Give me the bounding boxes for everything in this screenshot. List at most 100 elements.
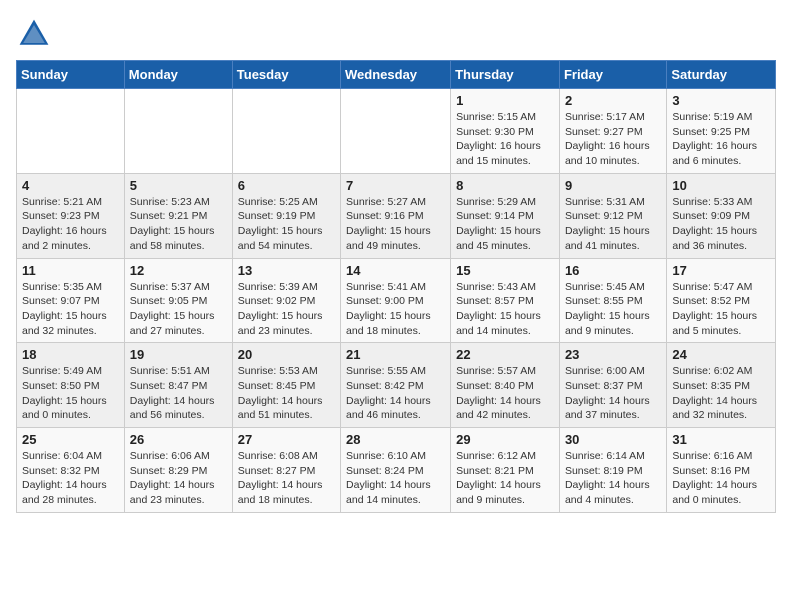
day-info: Sunrise: 5:47 AM Sunset: 8:52 PM Dayligh…: [672, 280, 770, 339]
day-info: Sunrise: 6:02 AM Sunset: 8:35 PM Dayligh…: [672, 364, 770, 423]
day-number: 7: [346, 178, 445, 193]
day-info: Sunrise: 5:43 AM Sunset: 8:57 PM Dayligh…: [456, 280, 554, 339]
weekday-header-row: SundayMondayTuesdayWednesdayThursdayFrid…: [17, 61, 776, 89]
day-info: Sunrise: 6:00 AM Sunset: 8:37 PM Dayligh…: [565, 364, 661, 423]
calendar-week-1: 1 Sunrise: 5:15 AM Sunset: 9:30 PM Daylig…: [17, 89, 776, 174]
calendar-cell: 4 Sunrise: 5:21 AM Sunset: 9:23 PM Daylig…: [17, 173, 125, 258]
day-info: Sunrise: 6:08 AM Sunset: 8:27 PM Dayligh…: [238, 449, 335, 508]
weekday-header-tuesday: Tuesday: [232, 61, 340, 89]
day-number: 29: [456, 432, 554, 447]
day-number: 21: [346, 347, 445, 362]
day-info: Sunrise: 5:45 AM Sunset: 8:55 PM Dayligh…: [565, 280, 661, 339]
calendar-cell: [17, 89, 125, 174]
day-info: Sunrise: 5:39 AM Sunset: 9:02 PM Dayligh…: [238, 280, 335, 339]
calendar-cell: 30 Sunrise: 6:14 AM Sunset: 8:19 PM Dayli…: [559, 428, 666, 513]
day-info: Sunrise: 5:57 AM Sunset: 8:40 PM Dayligh…: [456, 364, 554, 423]
calendar-cell: 3Sunrise: 5:19 AM Sunset: 9:25 PM Daylig…: [667, 89, 776, 174]
day-info: Sunrise: 6:04 AM Sunset: 8:32 PM Dayligh…: [22, 449, 119, 508]
day-info: Sunrise: 6:10 AM Sunset: 8:24 PM Dayligh…: [346, 449, 445, 508]
calendar-cell: 14 Sunrise: 5:41 AM Sunset: 9:00 PM Dayli…: [341, 258, 451, 343]
calendar-cell: 16 Sunrise: 5:45 AM Sunset: 8:55 PM Dayli…: [559, 258, 666, 343]
calendar-cell: 2Sunrise: 5:17 AM Sunset: 9:27 PM Daylig…: [559, 89, 666, 174]
day-info: Sunrise: 5:49 AM Sunset: 8:50 PM Dayligh…: [22, 364, 119, 423]
calendar-cell: 28 Sunrise: 6:10 AM Sunset: 8:24 PM Dayli…: [341, 428, 451, 513]
day-info: Sunrise: 5:33 AM Sunset: 9:09 PM Dayligh…: [672, 195, 770, 254]
calendar-cell: 27Sunrise: 6:08 AM Sunset: 8:27 PM Dayli…: [232, 428, 340, 513]
calendar-table: SundayMondayTuesdayWednesdayThursdayFrid…: [16, 60, 776, 513]
calendar-cell: 25 Sunrise: 6:04 AM Sunset: 8:32 PM Dayli…: [17, 428, 125, 513]
day-number: 11: [22, 263, 119, 278]
calendar-cell: [341, 89, 451, 174]
day-number: 5: [130, 178, 227, 193]
day-info: Sunrise: 6:16 AM Sunset: 8:16 PM Dayligh…: [672, 449, 770, 508]
day-number: 16: [565, 263, 661, 278]
day-info: Sunrise: 5:19 AM Sunset: 9:25 PM Dayligh…: [672, 110, 770, 169]
calendar-cell: 24 Sunrise: 6:02 AM Sunset: 8:35 PM Dayli…: [667, 343, 776, 428]
day-number: 6: [238, 178, 335, 193]
day-info: Sunrise: 5:15 AM Sunset: 9:30 PM Dayligh…: [456, 110, 554, 169]
day-number: 9: [565, 178, 661, 193]
calendar-cell: 22 Sunrise: 5:57 AM Sunset: 8:40 PM Dayli…: [451, 343, 560, 428]
calendar-week-5: 25 Sunrise: 6:04 AM Sunset: 8:32 PM Dayli…: [17, 428, 776, 513]
day-info: Sunrise: 5:51 AM Sunset: 8:47 PM Dayligh…: [130, 364, 227, 423]
calendar-cell: 23 Sunrise: 6:00 AM Sunset: 8:37 PM Dayli…: [559, 343, 666, 428]
calendar-week-4: 18 Sunrise: 5:49 AM Sunset: 8:50 PM Dayli…: [17, 343, 776, 428]
day-number: 24: [672, 347, 770, 362]
day-number: 4: [22, 178, 119, 193]
day-info: Sunrise: 5:37 AM Sunset: 9:05 PM Dayligh…: [130, 280, 227, 339]
day-number: 8: [456, 178, 554, 193]
calendar-cell: 18 Sunrise: 5:49 AM Sunset: 8:50 PM Dayli…: [17, 343, 125, 428]
weekday-header-sunday: Sunday: [17, 61, 125, 89]
day-number: 28: [346, 432, 445, 447]
day-number: 12: [130, 263, 227, 278]
weekday-header-saturday: Saturday: [667, 61, 776, 89]
day-number: 23: [565, 347, 661, 362]
weekday-header-thursday: Thursday: [451, 61, 560, 89]
calendar-cell: 8 Sunrise: 5:29 AM Sunset: 9:14 PM Daylig…: [451, 173, 560, 258]
day-number: 25: [22, 432, 119, 447]
calendar-cell: 31 Sunrise: 6:16 AM Sunset: 8:16 PM Dayli…: [667, 428, 776, 513]
weekday-header-wednesday: Wednesday: [341, 61, 451, 89]
day-number: 1: [456, 93, 554, 108]
day-info: Sunrise: 5:41 AM Sunset: 9:00 PM Dayligh…: [346, 280, 445, 339]
day-number: 18: [22, 347, 119, 362]
day-info: Sunrise: 6:12 AM Sunset: 8:21 PM Dayligh…: [456, 449, 554, 508]
calendar-cell: 6 Sunrise: 5:25 AM Sunset: 9:19 PM Daylig…: [232, 173, 340, 258]
calendar-cell: 26Sunrise: 6:06 AM Sunset: 8:29 PM Dayli…: [124, 428, 232, 513]
weekday-header-monday: Monday: [124, 61, 232, 89]
day-info: Sunrise: 6:06 AM Sunset: 8:29 PM Dayligh…: [130, 449, 227, 508]
day-info: Sunrise: 5:31 AM Sunset: 9:12 PM Dayligh…: [565, 195, 661, 254]
day-number: 13: [238, 263, 335, 278]
logo-icon: [16, 16, 52, 52]
calendar-cell: 19 Sunrise: 5:51 AM Sunset: 8:47 PM Dayli…: [124, 343, 232, 428]
calendar-cell: 13 Sunrise: 5:39 AM Sunset: 9:02 PM Dayli…: [232, 258, 340, 343]
day-number: 22: [456, 347, 554, 362]
header: [16, 16, 776, 52]
weekday-header-friday: Friday: [559, 61, 666, 89]
calendar-cell: 11Sunrise: 5:35 AM Sunset: 9:07 PM Dayli…: [17, 258, 125, 343]
day-number: 31: [672, 432, 770, 447]
calendar-cell: 29 Sunrise: 6:12 AM Sunset: 8:21 PM Dayli…: [451, 428, 560, 513]
day-number: 30: [565, 432, 661, 447]
calendar-cell: 17Sunrise: 5:47 AM Sunset: 8:52 PM Dayli…: [667, 258, 776, 343]
day-number: 20: [238, 347, 335, 362]
day-info: Sunrise: 5:21 AM Sunset: 9:23 PM Dayligh…: [22, 195, 119, 254]
day-number: 2: [565, 93, 661, 108]
day-number: 14: [346, 263, 445, 278]
day-info: Sunrise: 5:29 AM Sunset: 9:14 PM Dayligh…: [456, 195, 554, 254]
day-info: Sunrise: 5:23 AM Sunset: 9:21 PM Dayligh…: [130, 195, 227, 254]
day-number: 15: [456, 263, 554, 278]
calendar-cell: 7 Sunrise: 5:27 AM Sunset: 9:16 PM Daylig…: [341, 173, 451, 258]
day-number: 19: [130, 347, 227, 362]
day-info: Sunrise: 6:14 AM Sunset: 8:19 PM Dayligh…: [565, 449, 661, 508]
calendar-cell: 20Sunrise: 5:53 AM Sunset: 8:45 PM Dayli…: [232, 343, 340, 428]
day-info: Sunrise: 5:25 AM Sunset: 9:19 PM Dayligh…: [238, 195, 335, 254]
calendar-cell: 10 Sunrise: 5:33 AM Sunset: 9:09 PM Dayli…: [667, 173, 776, 258]
calendar-cell: 12 Sunrise: 5:37 AM Sunset: 9:05 PM Dayli…: [124, 258, 232, 343]
day-info: Sunrise: 5:27 AM Sunset: 9:16 PM Dayligh…: [346, 195, 445, 254]
calendar-cell: [232, 89, 340, 174]
logo: [16, 16, 56, 52]
calendar-cell: [124, 89, 232, 174]
calendar-cell: 21Sunrise: 5:55 AM Sunset: 8:42 PM Dayli…: [341, 343, 451, 428]
day-number: 10: [672, 178, 770, 193]
